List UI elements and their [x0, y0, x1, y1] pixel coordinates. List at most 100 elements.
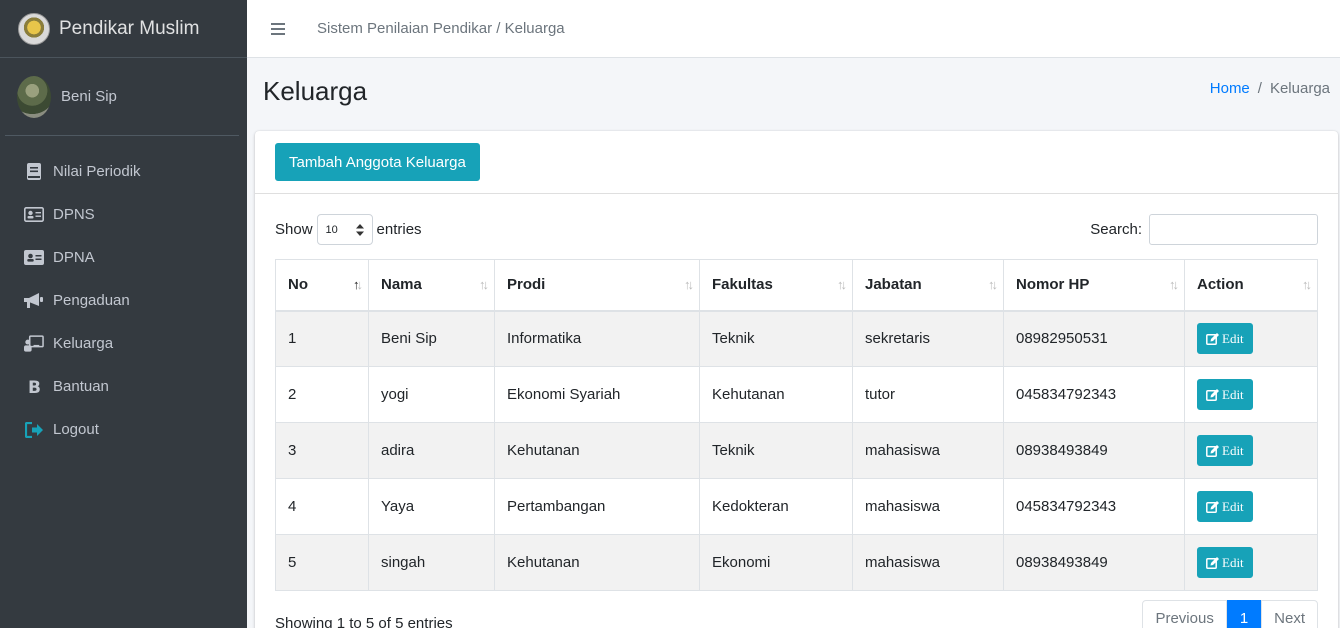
bullhorn-icon: [24, 291, 44, 311]
table-row: 4 Yaya Pertambangan Kedokteran mahasiswa…: [275, 478, 1318, 535]
keluarga-card: Tambah Anggota Keluarga Show 10 entries …: [255, 131, 1338, 628]
cell-nomor-hp: 08938493849: [1003, 534, 1185, 591]
edit-icon: [1206, 445, 1219, 457]
sidebar-item-label: Bantuan: [53, 378, 109, 395]
edit-button[interactable]: Edit: [1197, 323, 1253, 355]
breadcrumb-home-link[interactable]: Home: [1210, 80, 1250, 97]
sidebar-item-label: Logout: [53, 421, 99, 438]
column-header-jabatan[interactable]: Jabatan ↑↓: [852, 259, 1004, 312]
sidebar-item-dpna[interactable]: DPNA: [0, 236, 247, 279]
cell-fakultas: Ekonomi: [699, 534, 853, 591]
column-header-nama[interactable]: Nama ↑↓: [368, 259, 495, 312]
cell-fakultas: Teknik: [699, 310, 853, 367]
cell-nama: adira: [368, 422, 495, 479]
sidebar-item-label: Nilai Periodik: [53, 163, 141, 180]
sidebar-nav: Nilai Periodik DPNS DPNA Pengaduan Kelua…: [0, 136, 247, 451]
sidebar-item-pengaduan[interactable]: Pengaduan: [0, 279, 247, 322]
brand-logo: [18, 12, 50, 45]
cell-fakultas: Teknik: [699, 422, 853, 479]
search-control: Search:: [1090, 214, 1318, 245]
cell-nama: yogi: [368, 366, 495, 423]
cell-jabatan: sekretaris: [852, 310, 1004, 367]
sign-out-icon: [24, 420, 44, 440]
edit-icon: [1206, 501, 1219, 513]
next-page-button[interactable]: Next: [1261, 600, 1318, 628]
cell-jabatan: mahasiswa: [852, 478, 1004, 535]
sidebar-item-label: DPNS: [53, 206, 95, 223]
brand-link[interactable]: Pendikar Muslim: [0, 0, 247, 58]
add-family-member-button[interactable]: Tambah Anggota Keluarga: [275, 143, 480, 181]
table-row: 3 adira Kehutanan Teknik mahasiswa 08938…: [275, 422, 1318, 479]
avatar: [17, 75, 51, 118]
sidebar-item-label: DPNA: [53, 249, 95, 266]
table-info: Showing 1 to 5 of 5 entries: [275, 615, 453, 628]
previous-page-button[interactable]: Previous: [1142, 600, 1227, 628]
cell-fakultas: Kehutanan: [699, 366, 853, 423]
sidebar-item-label: Pengaduan: [53, 292, 130, 309]
entries-value: 10: [325, 223, 338, 236]
cell-nama: Beni Sip: [368, 310, 495, 367]
page-1-button[interactable]: 1: [1226, 600, 1262, 628]
column-header-fakultas[interactable]: Fakultas ↑↓: [699, 259, 853, 312]
menu-toggle-icon[interactable]: [271, 22, 285, 35]
edit-button[interactable]: Edit: [1197, 547, 1253, 578]
sidebar-item-dpns[interactable]: DPNS: [0, 193, 247, 236]
table-row: 2 yogi Ekonomi Syariah Kehutanan tutor 0…: [275, 366, 1318, 423]
edit-button[interactable]: Edit: [1197, 435, 1253, 466]
cell-action: Edit: [1184, 534, 1318, 591]
breadcrumb-current: Keluarga: [1269, 80, 1330, 97]
edit-button[interactable]: Edit: [1197, 491, 1253, 522]
sidebar-item-bantuan[interactable]: B Bantuan: [0, 365, 247, 408]
sort-icon: ↑↓: [1302, 277, 1312, 292]
cell-nama: Yaya: [368, 478, 495, 535]
cell-nomor-hp: 045834792343: [1003, 478, 1185, 535]
cell-nomor-hp: 045834792343: [1003, 366, 1185, 423]
entries-select[interactable]: 10: [316, 214, 373, 245]
cell-fakultas: Kedokteran: [699, 478, 853, 535]
page-title: Keluarga: [263, 76, 368, 106]
sort-icon: ↑↓: [837, 277, 847, 292]
column-header-action[interactable]: Action ↑↓: [1184, 259, 1318, 312]
edit-icon: [1206, 557, 1219, 569]
sort-icon: ↑↓: [684, 277, 694, 292]
top-title[interactable]: Sistem Penilaian Pendikar / Keluarga: [317, 20, 565, 37]
cell-action: Edit: [1184, 310, 1318, 367]
cell-action: Edit: [1184, 422, 1318, 479]
entries-label: entries: [376, 221, 422, 238]
id-card-icon: [24, 205, 44, 225]
show-label: Show: [275, 221, 313, 238]
column-header-no[interactable]: No ↑↓: [275, 259, 369, 312]
table-row: 5 singah Kehutanan Ekonomi mahasiswa 089…: [275, 534, 1318, 591]
cell-no: 5: [275, 534, 369, 591]
column-header-prodi[interactable]: Prodi ↑↓: [494, 259, 700, 312]
cell-prodi: Informatika: [494, 310, 700, 367]
user-panel: Beni Sip: [5, 58, 239, 136]
pagination: Previous 1 Next: [1142, 600, 1318, 628]
table-row: 1 Beni Sip Informatika Teknik sekretaris…: [275, 310, 1318, 367]
cell-jabatan: mahasiswa: [852, 422, 1004, 479]
card-header: Tambah Anggota Keluarga: [255, 131, 1338, 194]
cell-prodi: Ekonomi Syariah: [494, 366, 700, 423]
cell-jabatan: tutor: [852, 366, 1004, 423]
sidebar-item-nilai-periodik[interactable]: Nilai Periodik: [0, 150, 247, 193]
sidebar-item-logout[interactable]: Logout: [0, 408, 247, 451]
sidebar: Pendikar Muslim Beni Sip Nilai Periodik …: [0, 0, 247, 628]
cell-prodi: Pertambangan: [494, 478, 700, 535]
search-input[interactable]: [1149, 214, 1318, 245]
cell-no: 1: [275, 310, 369, 367]
column-header-nomor-hp[interactable]: Nomor HP ↑↓: [1003, 259, 1185, 312]
user-name[interactable]: Beni Sip: [61, 88, 117, 105]
cell-no: 3: [275, 422, 369, 479]
sort-icon: ↑↓: [988, 277, 998, 292]
entries-length-control: Show 10 entries: [275, 214, 422, 245]
sidebar-item-keluarga[interactable]: Keluarga: [0, 322, 247, 365]
cell-no: 2: [275, 366, 369, 423]
edit-icon: [1206, 333, 1219, 346]
sidebar-item-label: Keluarga: [53, 335, 114, 352]
cell-action: Edit: [1184, 478, 1318, 535]
edit-button[interactable]: Edit: [1197, 379, 1253, 410]
cell-jabatan: mahasiswa: [852, 534, 1004, 591]
select-updown-icon: [355, 223, 364, 236]
cell-prodi: Kehutanan: [494, 422, 700, 479]
cell-action: Edit: [1184, 366, 1318, 423]
